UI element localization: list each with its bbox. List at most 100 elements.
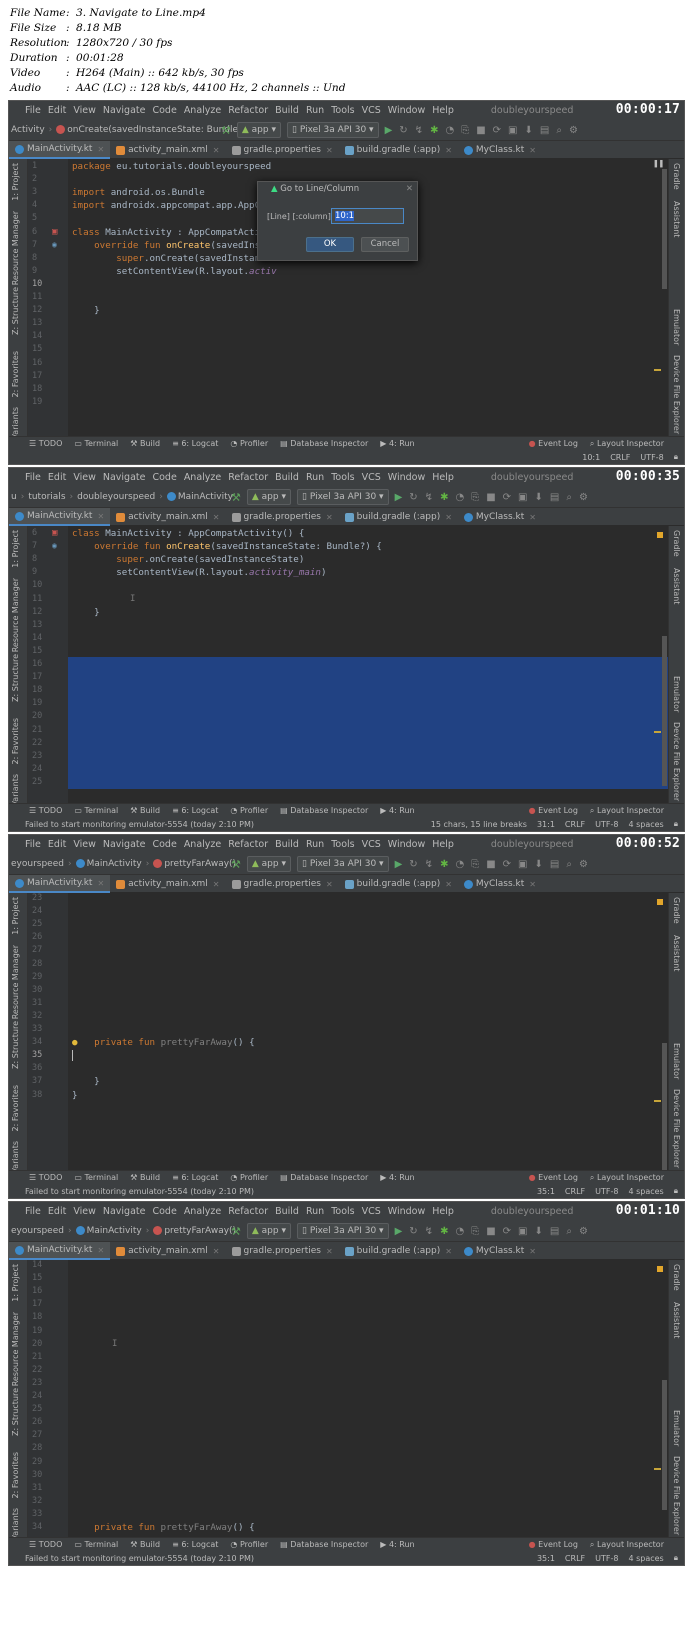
menu-tools[interactable]: Tools — [331, 1206, 354, 1217]
assistant-tool-button[interactable]: Assistant — [672, 935, 681, 971]
editor-tab[interactable]: MainActivity.kt ✕ — [9, 1242, 111, 1260]
menu-run[interactable]: Run — [306, 839, 324, 850]
menu-view[interactable]: View — [73, 105, 96, 116]
build-variants-tool-button[interactable]: Variants — [11, 1508, 20, 1541]
layout-inspector-tool-button[interactable]: ⌕ Layout Inspector — [590, 439, 664, 449]
menu-tools[interactable]: Tools — [331, 839, 354, 850]
breadcrumb-item[interactable]: prettyFarAway() — [153, 859, 236, 869]
todo-tool-button[interactable]: ☰ TODO — [29, 1540, 62, 1549]
emulator-tool-button[interactable]: Emulator — [672, 309, 681, 345]
editor-tab[interactable]: build.gradle (:app) ✕ — [339, 1242, 458, 1260]
breadcrumb-item[interactable]: eyourspeed — [11, 859, 64, 869]
editor-tab[interactable]: gradle.properties ✕ — [226, 1242, 339, 1260]
breadcrumb-item[interactable]: MainActivity — [75, 859, 142, 869]
logcat-tool-button[interactable]: ≡ 6: Logcat — [172, 1173, 218, 1182]
menu-help[interactable]: Help — [432, 839, 454, 850]
profile-icon[interactable]: ◔ — [455, 1226, 464, 1237]
line-column-input[interactable]: 10:1 — [331, 208, 404, 224]
database-inspector-tool-button[interactable]: ▤ Database Inspector — [280, 439, 368, 448]
breadcrumb-item[interactable]: doubleyourspeed — [77, 492, 155, 502]
menu-file[interactable]: File — [25, 105, 41, 116]
search-icon[interactable]: ⌕ — [566, 492, 572, 503]
editor-tab[interactable]: activity_main.xml ✕ — [110, 141, 225, 159]
layout-icon[interactable]: ▤ — [550, 492, 559, 503]
run-tool-button[interactable]: ▶ 4: Run — [380, 1173, 414, 1182]
close-icon[interactable]: ✕ — [213, 513, 220, 522]
apply-changes-icon[interactable]: ↯ — [425, 492, 433, 503]
menu-run[interactable]: Run — [306, 1206, 324, 1217]
gradle-tool-button[interactable]: Gradle — [672, 530, 681, 557]
avd-manager-icon[interactable]: ▣ — [508, 125, 517, 136]
menu-edit[interactable]: Edit — [48, 472, 66, 483]
layout-icon[interactable]: ▤ — [550, 859, 559, 870]
menu-refactor[interactable]: Refactor — [228, 472, 268, 483]
file-encoding[interactable]: UTF-8 — [595, 1187, 618, 1196]
close-icon[interactable]: ✕ — [97, 1246, 104, 1255]
editor-tab[interactable]: MyClass.kt ✕ — [458, 508, 542, 526]
profile-icon[interactable]: ◔ — [445, 125, 454, 136]
menu-run[interactable]: Run — [306, 105, 324, 116]
menu-edit[interactable]: Edit — [48, 1206, 66, 1217]
apply-changes-icon[interactable]: ↯ — [425, 1226, 433, 1237]
logcat-tool-button[interactable]: ≡ 6: Logcat — [172, 1540, 218, 1549]
rerun-icon[interactable]: ↻ — [409, 859, 417, 870]
close-icon[interactable]: ✕ — [445, 1247, 452, 1256]
layout-inspector-tool-button[interactable]: ⌕ Layout Inspector — [590, 806, 664, 816]
hammer-icon[interactable]: ⚒ — [231, 491, 241, 504]
apply-changes-icon[interactable]: ↯ — [425, 859, 433, 870]
run-config-select[interactable]: ▲ app ▾ — [246, 489, 292, 505]
breadcrumb-item[interactable]: Activity — [11, 125, 45, 135]
menu-analyze[interactable]: Analyze — [184, 105, 221, 116]
lock-icon[interactable]: 🔒︎ — [674, 1186, 678, 1196]
menu-tools[interactable]: Tools — [331, 105, 354, 116]
menu-refactor[interactable]: Refactor — [228, 105, 268, 116]
sdk-manager-icon[interactable]: ⬇ — [534, 1226, 542, 1237]
settings-icon[interactable]: ⚙ — [569, 125, 578, 136]
database-inspector-tool-button[interactable]: ▤ Database Inspector — [280, 806, 368, 815]
editor-tab[interactable]: MainActivity.kt ✕ — [9, 508, 111, 526]
menu-code[interactable]: Code — [152, 839, 176, 850]
database-inspector-tool-button[interactable]: ▤ Database Inspector — [280, 1173, 368, 1182]
editor-tab[interactable]: build.gradle (:app) ✕ — [339, 508, 458, 526]
close-icon[interactable]: ✕ — [326, 146, 333, 155]
line-separator[interactable]: CRLF — [565, 1554, 585, 1563]
breadcrumb-item[interactable]: tutorials — [28, 492, 65, 502]
close-icon[interactable]: ✕ — [97, 879, 104, 888]
caret-position[interactable]: 10:1 — [582, 453, 600, 462]
editor-tab[interactable]: build.gradle (:app) ✕ — [339, 141, 458, 159]
menu-build[interactable]: Build — [275, 839, 299, 850]
menu-view[interactable]: View — [73, 839, 96, 850]
avd-manager-icon[interactable]: ▣ — [518, 1226, 527, 1237]
search-icon[interactable]: ⌕ — [566, 1226, 572, 1237]
project-tool-button[interactable]: 1: Project — [11, 530, 20, 568]
close-icon[interactable]: ✕ — [529, 513, 536, 522]
caret-position[interactable]: 35:1 — [537, 1187, 555, 1196]
structure-tool-button[interactable]: Z: Structure — [11, 287, 20, 335]
close-icon[interactable]: ✕ — [445, 513, 452, 522]
todo-tool-button[interactable]: ☰ TODO — [29, 806, 62, 815]
debug-icon[interactable]: ✱ — [440, 859, 448, 870]
code-editor[interactable]: class MainActivity : AppCompatActivity()… — [68, 526, 668, 803]
build-tool-button[interactable]: ⚒ Build — [130, 806, 160, 815]
attach-debugger-icon[interactable]: ⎘ — [471, 492, 479, 503]
favorites-tool-button[interactable]: 2: Favorites — [11, 718, 20, 764]
sync-gradle-icon[interactable]: ⟳ — [493, 125, 501, 136]
profiler-tool-button[interactable]: ◔ Profiler — [230, 1173, 268, 1182]
menu-analyze[interactable]: Analyze — [184, 1206, 221, 1217]
stop-icon[interactable]: ■ — [476, 125, 485, 136]
menu-build[interactable]: Build — [275, 1206, 299, 1217]
terminal-tool-button[interactable]: ▭ Terminal — [74, 439, 118, 448]
line-separator[interactable]: CRLF — [565, 1187, 585, 1196]
profiler-tool-button[interactable]: ◔ Profiler — [230, 806, 268, 815]
structure-tool-button[interactable]: Z: Structure — [11, 654, 20, 702]
menu-code[interactable]: Code — [152, 105, 176, 116]
vertical-scrollbar[interactable] — [662, 1043, 667, 1170]
indent-setting[interactable]: 4 spaces — [628, 1187, 663, 1196]
profiler-tool-button[interactable]: ◔ Profiler — [230, 1540, 268, 1549]
settings-icon[interactable]: ⚙ — [579, 859, 588, 870]
emulator-tool-button[interactable]: Emulator — [672, 676, 681, 712]
indent-setting[interactable]: 4 spaces — [628, 1554, 663, 1563]
close-icon[interactable]: ✕ — [326, 1247, 333, 1256]
line-separator[interactable]: CRLF — [610, 453, 630, 462]
profile-icon[interactable]: ◔ — [455, 492, 464, 503]
